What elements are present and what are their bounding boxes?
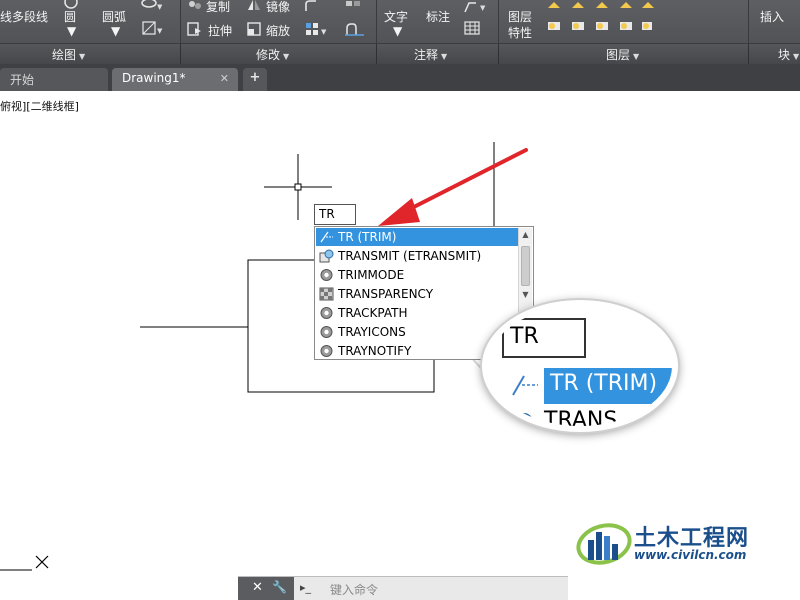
gear-icon bbox=[320, 269, 333, 281]
watermark: 土木工程网 www.civilcn.com bbox=[574, 518, 774, 568]
autocomplete-item-label: TRACKPATH bbox=[338, 306, 408, 320]
autocomplete-item-trimmode[interactable]: TRIMMODE bbox=[316, 266, 518, 284]
magnified-next-item: TRANS bbox=[544, 408, 618, 432]
dynamic-command-input[interactable]: TR bbox=[314, 204, 356, 225]
transparency-icon bbox=[319, 287, 334, 301]
command-prompt-icon[interactable]: ▸_ bbox=[300, 581, 311, 594]
etransmit-icon bbox=[319, 249, 334, 263]
gear-icon bbox=[320, 326, 333, 338]
autocomplete-item-trim[interactable]: TR (TRIM) bbox=[316, 228, 518, 246]
gear-icon bbox=[320, 345, 333, 357]
autocomplete-item-transparency[interactable]: TRANSPARENCY bbox=[316, 285, 518, 303]
watermark-logo-icon bbox=[576, 523, 632, 565]
scroll-up-icon[interactable]: ▲ bbox=[519, 228, 532, 241]
autocomplete-item-label: TR (TRIM) bbox=[338, 230, 397, 244]
command-line-controls: ✕ 🔧 bbox=[238, 577, 294, 600]
autocomplete-item-label: TRAYICONS bbox=[338, 325, 406, 339]
close-icon[interactable]: ✕ bbox=[252, 580, 263, 595]
autocomplete-item-label: TRIMMODE bbox=[338, 268, 405, 282]
red-arrow-icon bbox=[378, 148, 528, 226]
scroll-down-icon[interactable]: ▼ bbox=[519, 288, 532, 301]
autocomplete-item-trackpath[interactable]: TRACKPATH bbox=[316, 304, 518, 322]
magnified-selected-item: TR (TRIM) bbox=[544, 368, 672, 404]
command-line-bar: ✕ 🔧 ▸_ 键入命令 bbox=[238, 576, 568, 600]
autocomplete-item-label: TRANSPARENCY bbox=[338, 287, 434, 301]
magnified-command-input: TR bbox=[502, 318, 586, 358]
autocomplete-item-etransmit[interactable]: TRANSMIT (ETRANSMIT) bbox=[316, 247, 518, 265]
trim-icon bbox=[320, 231, 333, 243]
autocomplete-item-label: TRANSMIT (ETRANSMIT) bbox=[338, 249, 482, 263]
trim-icon bbox=[512, 375, 538, 396]
gear-icon bbox=[320, 307, 333, 319]
command-line-input[interactable]: 键入命令 bbox=[330, 581, 378, 598]
scroll-thumb[interactable] bbox=[521, 246, 530, 286]
watermark-url: www.civilcn.com bbox=[634, 548, 747, 562]
ucs-x-mark-icon bbox=[35, 555, 49, 569]
zoom-magnifier-callout: TR TR (TRIM) TRANS bbox=[482, 300, 678, 432]
wrench-icon[interactable]: 🔧 bbox=[272, 580, 287, 594]
autocomplete-item-label: TRAYNOTIFY bbox=[338, 344, 412, 358]
autocomplete-item-trayicons[interactable]: TRAYICONS bbox=[316, 323, 518, 341]
